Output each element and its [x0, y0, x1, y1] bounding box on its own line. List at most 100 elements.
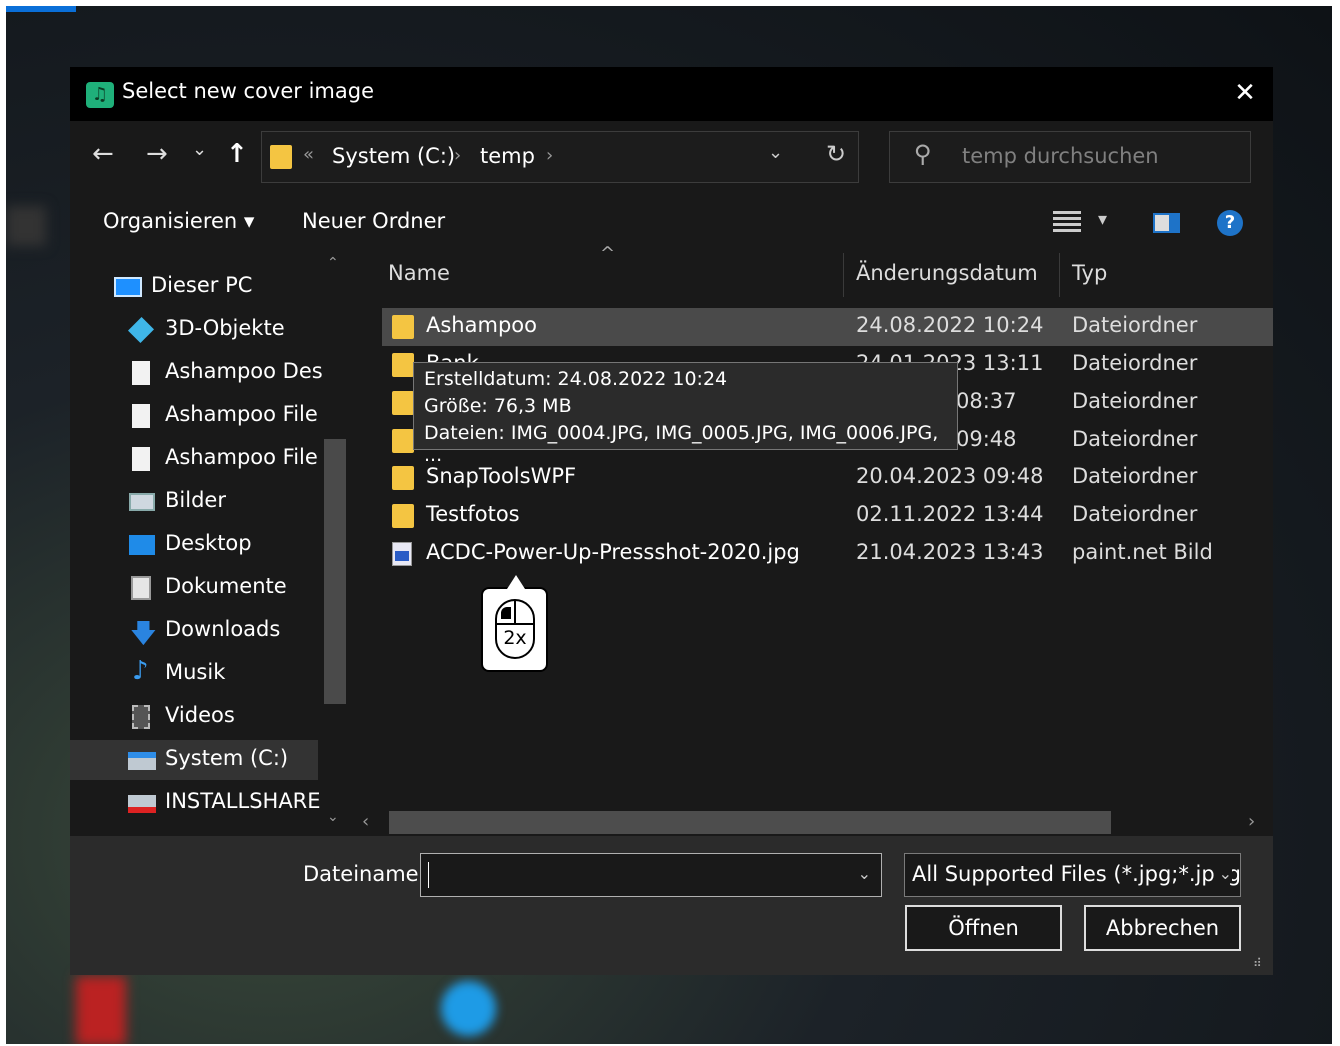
folder-icon: [392, 391, 414, 415]
scroll-right-icon[interactable]: ›: [1248, 811, 1255, 832]
sidebar-item-label: 3D-Objekte: [165, 316, 285, 340]
sidebar-item-documents[interactable]: Dokumente: [70, 568, 350, 608]
breadcrumb-separator[interactable]: ›: [546, 145, 553, 166]
organize-button[interactable]: Organisieren ▾: [103, 209, 254, 233]
breadcrumb-overflow[interactable]: «: [303, 144, 314, 165]
sidebar-item-3d-objects[interactable]: 3D-Objekte: [70, 310, 350, 350]
file-row[interactable]: ACDC-Power-Up-Pressshot-2020.jpg 21.04.2…: [382, 535, 1273, 573]
file-date: 09:48: [956, 427, 1017, 451]
resize-grip-icon[interactable]: ⠾: [1253, 956, 1262, 970]
music-app-icon: ♫: [86, 82, 114, 108]
up-arrow-icon[interactable]: ↑: [226, 139, 248, 169]
sidebar-item-system-c[interactable]: System (C:): [70, 740, 318, 780]
file-type: Dateiordner: [1072, 427, 1198, 451]
folder-icon: [392, 315, 414, 339]
horizontal-scrollbar[interactable]: ‹ ›: [352, 809, 1273, 836]
file-date: 21.04.2023 13:43: [856, 540, 1044, 564]
file-date: 02.11.2022 13:44: [856, 502, 1044, 526]
recent-locations-icon[interactable]: ⌄: [192, 135, 207, 165]
file-type: Dateiordner: [1072, 502, 1198, 526]
sidebar-item-ashampoo-design[interactable]: Ashampoo Desiç: [70, 353, 350, 393]
double-click-label: 2x: [503, 627, 527, 649]
sidebar-item-label: Ashampoo Desiç: [165, 359, 341, 383]
image-file-icon: [392, 542, 412, 566]
sidebar-item-desktop[interactable]: Desktop: [70, 525, 350, 565]
sidebar-item-label: System (C:): [165, 746, 289, 770]
cube-icon: [127, 316, 155, 344]
sidebar-item-label: Dieser PC: [151, 273, 253, 297]
view-dropdown-icon[interactable]: ▾: [1098, 209, 1107, 230]
back-arrow-icon[interactable]: ←: [92, 139, 114, 169]
sidebar-item-installshare[interactable]: INSTALLSHARE (: [70, 783, 350, 823]
desktop-icon: [129, 535, 155, 555]
file-name: SnapToolsWPF: [426, 464, 577, 488]
file-type: Dateiordner: [1072, 313, 1198, 337]
hint-pointer: [507, 575, 525, 589]
filter-value: All Supported Files (*.jpg;*.jpeg: [912, 862, 1241, 886]
search-placeholder: temp durchsuchen: [962, 144, 1159, 168]
command-toolbar: Organisieren ▾ Neuer Ordner ▾ ?: [70, 193, 1273, 249]
view-details-icon[interactable]: [1053, 211, 1081, 233]
folder-icon: [392, 353, 414, 377]
scrollbar-thumb[interactable]: [324, 439, 346, 704]
cancel-button[interactable]: Abbrechen: [1084, 905, 1241, 951]
sidebar-item-label: Desktop: [165, 531, 252, 555]
background-blur: [76, 976, 126, 1044]
navigation-bar: ← → ⌄ ↑ « System (C:) › temp › ⌄ ↻ ⚲ tem…: [70, 121, 1273, 193]
filename-field[interactable]: ⌄: [420, 853, 882, 897]
sidebar-item-label: Videos: [165, 703, 235, 727]
open-button[interactable]: Öffnen: [905, 905, 1062, 951]
sidebar-scrollbar[interactable]: ⌃ ⌄: [322, 249, 348, 836]
sidebar-item-ashampoo-file-2[interactable]: Ashampoo File S: [70, 439, 350, 479]
accent-strip: [6, 6, 76, 12]
breadcrumb-temp[interactable]: temp: [480, 144, 535, 168]
document-icon: [132, 447, 150, 471]
address-bar[interactable]: « System (C:) › temp › ⌄ ↻: [261, 131, 859, 183]
system-drive-icon: [128, 752, 156, 770]
breadcrumb-system[interactable]: System (C:): [332, 144, 455, 168]
search-icon: ⚲: [914, 140, 932, 168]
sidebar-item-pictures[interactable]: Bilder: [70, 482, 350, 522]
file-type: Dateiordner: [1072, 351, 1198, 375]
file-row[interactable]: Ashampoo 24.08.2022 10:24 Dateiordner: [382, 308, 1273, 346]
breadcrumb-separator[interactable]: ›: [454, 145, 461, 166]
address-dropdown-icon[interactable]: ⌄: [768, 142, 783, 163]
sidebar-item-this-pc[interactable]: Dieser PC: [70, 267, 350, 307]
navigation-pane: Dieser PC 3D-Objekte Ashampoo Desiç Asha…: [70, 249, 352, 836]
sidebar-item-label: Dokumente: [165, 574, 287, 598]
file-list: Name ^ Änderungsdatum Typ Ashampoo 24.08…: [382, 243, 1273, 809]
new-folder-button[interactable]: Neuer Ordner: [302, 209, 445, 233]
help-icon[interactable]: ?: [1217, 210, 1243, 236]
sidebar-item-label: Musik: [165, 660, 226, 684]
sidebar-item-ashampoo-file-1[interactable]: Ashampoo File S: [70, 396, 350, 436]
forward-arrow-icon[interactable]: →: [146, 139, 168, 169]
file-type-filter[interactable]: All Supported Files (*.jpg;*.jpeg ⌄: [904, 853, 1241, 897]
sidebar-item-videos[interactable]: Videos: [70, 697, 350, 737]
search-input[interactable]: ⚲ temp durchsuchen: [889, 131, 1251, 183]
chevron-down-icon[interactable]: ⌄: [1214, 864, 1232, 883]
file-date: 24.08.2022 10:24: [856, 313, 1044, 337]
preview-pane-icon[interactable]: [1153, 213, 1180, 233]
file-date: 20.04.2023 09:48: [856, 464, 1044, 488]
folder-info-tooltip: Erstelldatum: 24.08.2022 10:24 Größe: 76…: [413, 362, 958, 466]
network-drive-icon: [128, 795, 156, 813]
file-row[interactable]: Testfotos 02.11.2022 13:44 Dateiordner: [382, 497, 1273, 535]
scroll-up-icon[interactable]: ⌃: [327, 255, 339, 271]
sidebar-item-downloads[interactable]: 🡇 Downloads: [70, 611, 350, 651]
double-click-hint: 2x: [481, 575, 548, 672]
scrollbar-thumb[interactable]: [389, 811, 1111, 834]
column-divider[interactable]: [1059, 253, 1060, 297]
sidebar-item-label: Downloads: [165, 617, 281, 641]
mouse-icon: 2x: [495, 599, 535, 659]
filename-label: Dateiname:: [303, 862, 426, 886]
chevron-down-icon[interactable]: ⌄: [858, 864, 871, 883]
column-divider[interactable]: [843, 253, 844, 297]
scroll-left-icon[interactable]: ‹: [362, 811, 369, 832]
tooltip-line: Dateien: IMG_0004.JPG, IMG_0005.JPG, IMG…: [424, 422, 939, 466]
refresh-icon[interactable]: ↻: [826, 140, 846, 168]
file-open-dialog: ♫ Select new cover image ✕ ← → ⌄ ↑ « Sys…: [70, 67, 1273, 975]
close-button[interactable]: ✕: [1225, 75, 1265, 111]
sidebar-item-label: Ashampoo File S: [165, 402, 338, 426]
sidebar-item-music[interactable]: ♪ Musik: [70, 654, 350, 694]
scroll-down-icon[interactable]: ⌄: [327, 809, 339, 825]
